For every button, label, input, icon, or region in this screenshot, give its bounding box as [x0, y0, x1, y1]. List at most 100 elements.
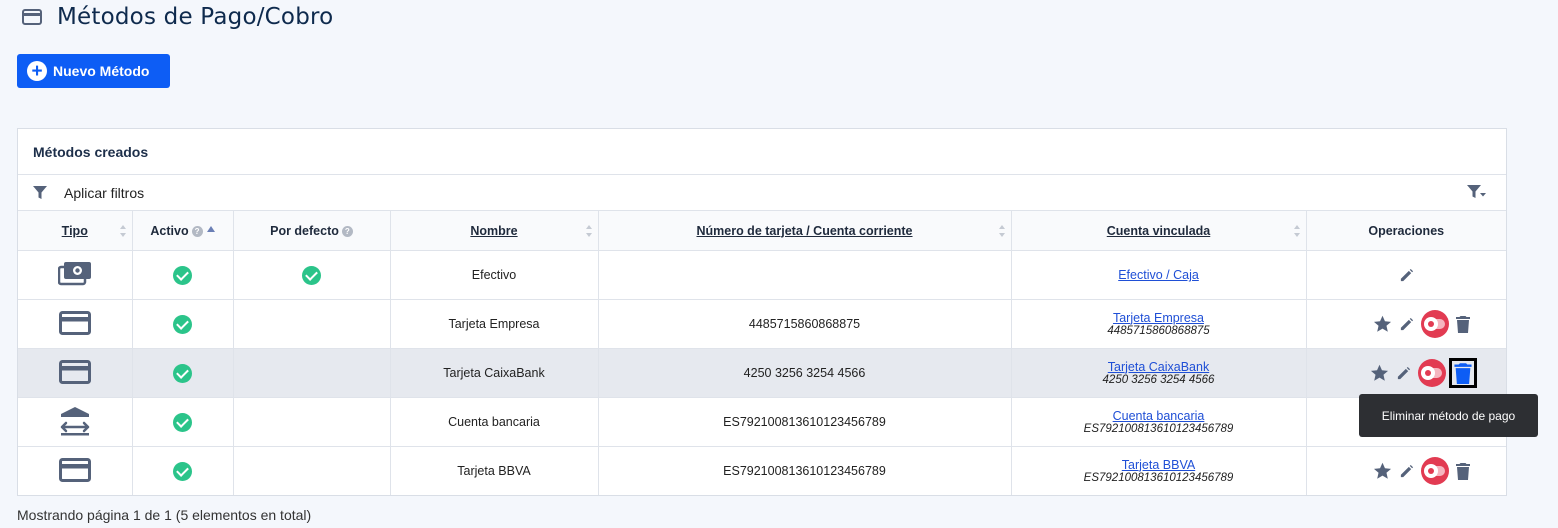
check-icon — [173, 265, 192, 285]
linked-account-link[interactable]: Tarjeta Empresa — [1113, 311, 1204, 325]
linked-account-link[interactable]: Tarjeta BBVA — [1122, 458, 1195, 472]
trash-icon — [1455, 316, 1470, 333]
linked-account-link[interactable]: Efectivo / Caja — [1118, 268, 1199, 282]
active-cell — [132, 348, 234, 398]
edit-button[interactable] — [1399, 268, 1414, 283]
number-cell — [598, 250, 1012, 300]
operations-cell — [1306, 447, 1506, 496]
table-row: Cuenta bancaria ES7921008136101234567​89… — [18, 397, 1506, 447]
pencil-icon — [1397, 366, 1410, 379]
linked-account-number: ES7921008136101234567​89 — [1083, 471, 1234, 484]
toggle-icon — [1423, 464, 1445, 478]
page-header: Métodos de Pago/Cobro — [22, 0, 333, 34]
linked-account-number: 4250 3256 3254 4566 — [1102, 373, 1215, 386]
sort-asc-icon — [206, 225, 215, 232]
col-header-tipo[interactable]: Tipo — [18, 211, 133, 251]
methods-table: Tipo Activo? Por defecto? Nombre Número … — [18, 211, 1506, 495]
name-cell: Tarjeta CaixaBank — [390, 348, 599, 398]
toggle-icon — [1420, 366, 1442, 380]
default-cell — [233, 299, 391, 349]
bank-transfer-icon — [60, 406, 89, 435]
default-cell — [233, 348, 391, 398]
sort-icon — [1293, 225, 1300, 237]
delete-tooltip: Eliminar método de pago — [1359, 394, 1538, 437]
card-icon — [58, 310, 91, 335]
linked-account-cell: Tarjeta Empresa 4485715860868875 — [1011, 299, 1307, 349]
linked-account-link[interactable]: Tarjeta CaixaBank — [1108, 360, 1209, 374]
default-cell — [233, 397, 391, 447]
panel-title: Métodos creados — [18, 129, 1506, 175]
number-cell: ES7921008136101234567​89 — [598, 446, 1012, 495]
star-icon — [1370, 364, 1388, 381]
filter-options-icon[interactable] — [1466, 184, 1486, 200]
trash-icon — [1454, 363, 1472, 384]
active-cell — [132, 446, 234, 495]
name-cell: Efectivo — [390, 250, 599, 300]
operations-cell — [1306, 348, 1506, 398]
new-method-button[interactable]: + Nuevo Método — [17, 54, 170, 88]
col-header-operaciones: Operaciones — [1306, 211, 1506, 251]
default-cell — [233, 250, 391, 300]
toggle-active-button[interactable] — [1417, 359, 1446, 387]
type-cell — [18, 446, 133, 495]
col-header-por-defecto: Por defecto? — [233, 211, 391, 251]
default-cell — [233, 446, 391, 495]
help-icon[interactable]: ? — [341, 225, 353, 237]
check-icon — [173, 363, 192, 383]
table-row: Efectivo Efectivo / Caja — [18, 250, 1506, 300]
help-icon[interactable]: ? — [191, 225, 203, 237]
edit-button[interactable] — [1396, 366, 1411, 381]
pagination-info: Mostrando página 1 de 1 (5 elementos en … — [17, 507, 312, 523]
check-icon — [173, 412, 192, 432]
sort-icon — [119, 225, 126, 237]
edit-button[interactable] — [1399, 464, 1414, 479]
edit-button[interactable] — [1399, 317, 1414, 332]
toggle-active-button[interactable] — [1420, 457, 1449, 485]
type-cell — [18, 250, 133, 300]
col-header-nombre[interactable]: Nombre — [390, 211, 599, 251]
col-header-activo[interactable]: Activo? — [132, 211, 234, 251]
pencil-icon — [1400, 464, 1413, 477]
type-cell — [18, 348, 133, 398]
cash-icon — [57, 261, 91, 285]
table-row: Tarjeta CaixaBank 4250 3256 3254 4566 Ta… — [18, 348, 1506, 398]
col-header-numero[interactable]: Número de tarjeta / Cuenta corriente — [598, 211, 1012, 251]
delete-button[interactable] — [1455, 462, 1470, 480]
active-cell — [132, 299, 234, 349]
set-default-button[interactable] — [1373, 315, 1392, 333]
methods-panel: Métodos creados Aplicar filtros Tipo Act… — [17, 128, 1507, 496]
filter-icon — [33, 185, 47, 199]
table-row: Tarjeta Empresa 4485715860868875 Tarjeta… — [18, 299, 1506, 349]
table-row: Tarjeta BBVA ES7921008136101234567​89 Ta… — [18, 446, 1506, 496]
new-method-label: Nuevo Método — [53, 63, 150, 79]
filter-bar[interactable]: Aplicar filtros — [18, 175, 1506, 211]
trash-icon — [1455, 463, 1470, 480]
operations-cell — [1306, 250, 1506, 300]
linked-account-link[interactable]: Cuenta bancaria — [1113, 409, 1205, 423]
star-icon — [1373, 315, 1391, 332]
set-default-button[interactable] — [1373, 462, 1392, 480]
delete-button[interactable] — [1455, 315, 1470, 333]
check-icon — [302, 265, 321, 285]
credit-card-icon — [22, 9, 42, 25]
set-default-button[interactable] — [1370, 364, 1389, 382]
apply-filters-label: Aplicar filtros — [64, 184, 145, 201]
delete-button[interactable] — [1448, 358, 1477, 388]
card-icon — [58, 457, 91, 482]
number-cell: 4485715860868875 — [598, 299, 1012, 349]
name-cell: Tarjeta Empresa — [390, 299, 599, 349]
name-cell: Tarjeta BBVA — [390, 446, 599, 495]
linked-account-cell: Cuenta bancaria ES7921008136101234567​89 — [1011, 397, 1307, 447]
number-cell: 4250 3256 3254 4566 — [598, 348, 1012, 398]
toggle-active-button[interactable] — [1420, 310, 1449, 338]
check-icon — [173, 314, 192, 334]
pencil-icon — [1400, 268, 1413, 281]
page-title: Métodos de Pago/Cobro — [57, 4, 334, 30]
linked-account-number: ES7921008136101234567​89 — [1083, 422, 1234, 435]
toggle-icon — [1423, 317, 1445, 331]
active-cell — [132, 397, 234, 447]
col-header-cuenta[interactable]: Cuenta vinculada — [1011, 211, 1307, 251]
sort-icon — [585, 225, 592, 237]
linked-account-cell: Tarjeta CaixaBank 4250 3256 3254 4566 — [1011, 348, 1307, 398]
pencil-icon — [1400, 317, 1413, 330]
